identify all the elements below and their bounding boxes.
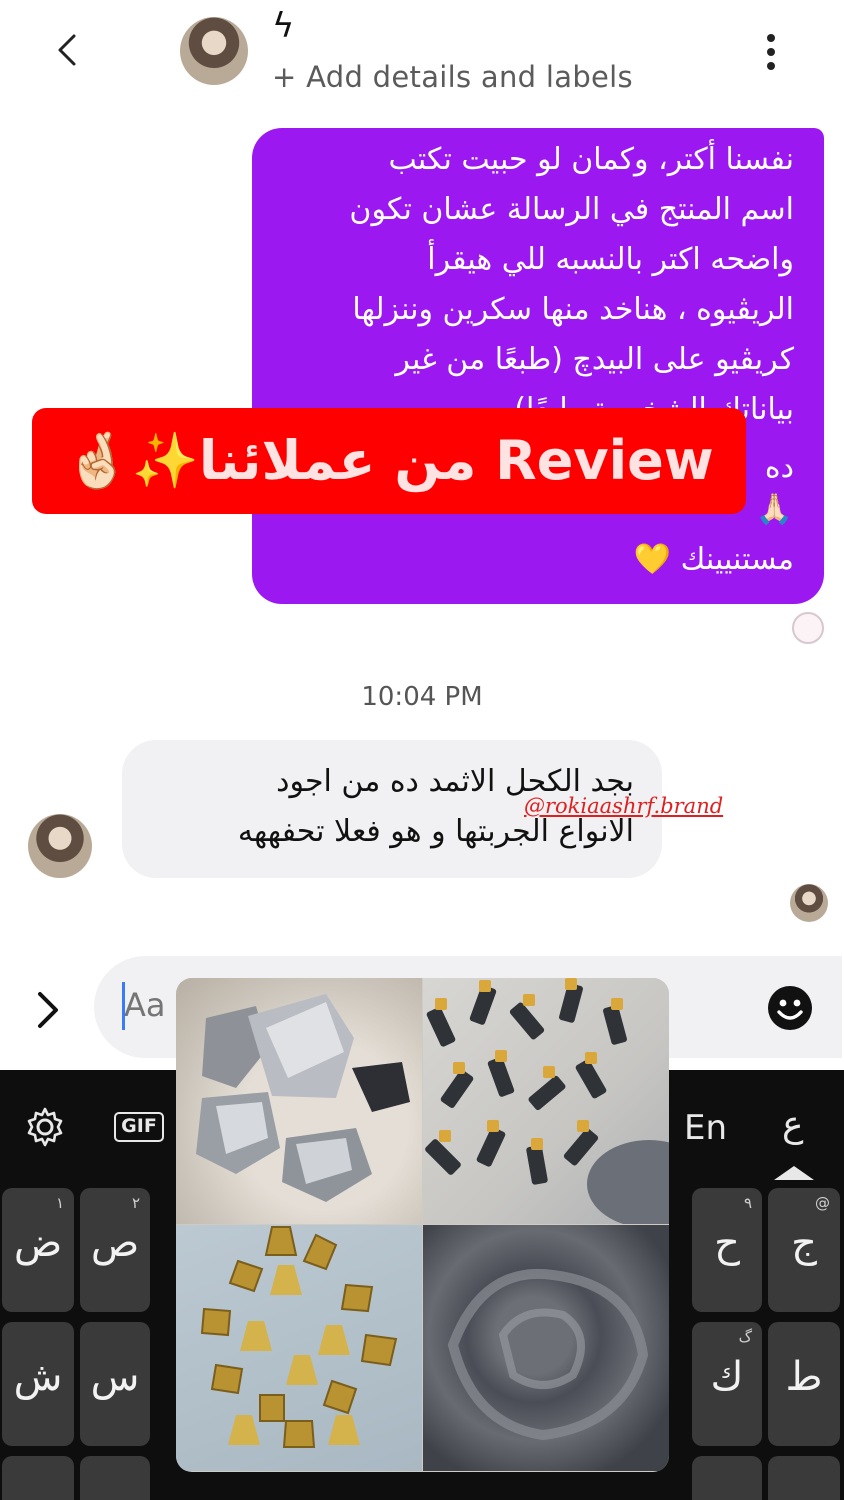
sender-avatar[interactable] [28, 814, 92, 878]
key-hint: گ [738, 1328, 752, 1346]
message-line: ده [764, 450, 794, 485]
brand-watermark: @rokiaashrf.brand [524, 794, 724, 818]
review-banner-text: 🤞🏻✨من عملائنا Review [64, 429, 714, 492]
key-hint: @ [815, 1194, 830, 1212]
message-line: الريڤيوه ، هناخد منها سكرين وننزلها [352, 292, 794, 327]
message-timestamp: 10:04 PM [361, 682, 483, 712]
message-line: نفسنا أكتر، وكمان لو حبيت تكتب [388, 142, 794, 177]
review-banner: 🤞🏻✨من عملائنا Review [32, 408, 746, 514]
kohl-powder-photo [423, 1225, 669, 1471]
seen-receipt-avatar [792, 612, 824, 644]
chevron-up-icon[interactable] [772, 1164, 816, 1180]
keyboard-key[interactable] [2, 1456, 74, 1500]
contact-avatar[interactable] [180, 17, 248, 85]
key-sin[interactable]: س [80, 1322, 150, 1446]
seen-receipt-avatar [790, 884, 828, 922]
outgoing-message-bubble[interactable]: نفسنا أكتر، وكمان لو حبيت تكتب اسم المنت… [252, 128, 824, 604]
key-label: ط [785, 1354, 823, 1400]
keyboard-key[interactable] [80, 1456, 150, 1500]
keyboard-key[interactable] [692, 1456, 762, 1500]
chevron-right-icon[interactable] [30, 988, 66, 1032]
key-hint: ٢ [131, 1194, 140, 1212]
key-label: ح [714, 1220, 740, 1266]
text-caret [122, 982, 125, 1030]
message-line: مستنيينك 💛 [633, 542, 794, 577]
key-label: ض [13, 1220, 63, 1266]
key-sad[interactable]: ٢ ص [80, 1188, 150, 1312]
chevron-left-icon[interactable] [46, 28, 90, 72]
add-details-link[interactable]: + Add details and labels [272, 60, 633, 94]
product-photo-collage [176, 978, 669, 1472]
gear-icon[interactable] [24, 1106, 66, 1148]
brass-applicators-photo [176, 1225, 422, 1471]
key-label: ج [791, 1220, 817, 1266]
contact-name[interactable]: ϟ [272, 6, 294, 46]
smiley-icon[interactable] [766, 984, 814, 1032]
message-input[interactable] [124, 986, 184, 1024]
key-ta[interactable]: ط [768, 1322, 840, 1446]
silver-ore-photo [176, 978, 422, 1224]
message-line: الانواع الجربتها و هو فعلا تحفههه [237, 814, 634, 849]
key-dad[interactable]: ١ ض [2, 1188, 74, 1312]
kohl-bottles-photo [423, 978, 669, 1224]
keyboard-key[interactable] [768, 1456, 840, 1500]
key-ha[interactable]: ٩ ح [692, 1188, 762, 1312]
message-line: كريڤيو على البيدچ (طبعًا من غير [395, 342, 794, 377]
key-jim[interactable]: @ ج [768, 1188, 840, 1312]
chat-header: ϟ + Add details and labels [0, 0, 844, 115]
language-en-button[interactable]: En [684, 1108, 727, 1148]
key-hint: ١ [55, 1194, 64, 1212]
key-hint: ٩ [743, 1194, 752, 1212]
key-shin[interactable]: ش [2, 1322, 74, 1446]
message-line: اسم المنتج في الرسالة عشان تكون [349, 192, 794, 227]
message-line: 🙏🏻 [755, 492, 794, 527]
message-line: واضحه اكتر بالنسبه للي هيقرأ [427, 242, 794, 277]
key-kaf[interactable]: گ ك [692, 1322, 762, 1446]
key-label: ش [13, 1354, 63, 1400]
key-label: س [90, 1354, 140, 1400]
gif-button[interactable]: GIF [114, 1112, 164, 1142]
key-label: ص [90, 1220, 140, 1266]
key-label: ك [710, 1354, 744, 1400]
language-ar-button[interactable]: ع [782, 1104, 803, 1145]
more-vertical-icon[interactable] [758, 32, 784, 72]
